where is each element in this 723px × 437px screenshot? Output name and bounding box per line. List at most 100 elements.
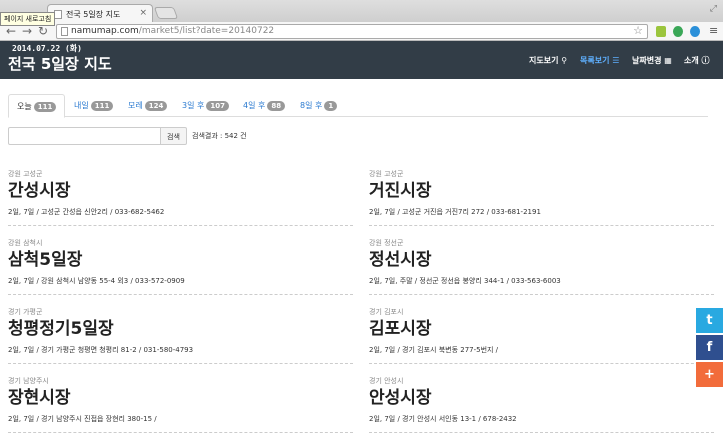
nav-map-view[interactable]: 지도보기 ⚲ bbox=[529, 55, 567, 66]
count-badge: 88 bbox=[267, 101, 286, 111]
day-tabs: 오늘 111 내일 111 모레 124 3일 후 107 4일 후 88 8일 후1 bbox=[8, 94, 708, 118]
new-tab-button[interactable] bbox=[153, 7, 179, 19]
tab-label: 모레 bbox=[128, 101, 143, 110]
market-info: 2일, 7일 / 경기 안성시 서인동 13-1 / 678-2432 bbox=[369, 415, 517, 423]
market-region: 경기 가평군 bbox=[8, 308, 43, 316]
menu-icon[interactable]: ≡ bbox=[709, 24, 718, 37]
market-name[interactable]: 거진시장 bbox=[369, 181, 714, 202]
divider bbox=[8, 432, 353, 433]
market-region: 강원 삼척시 bbox=[8, 239, 43, 247]
market-name[interactable]: 청평정기5일장 bbox=[8, 319, 353, 340]
tab-day-after[interactable]: 모레 124 bbox=[120, 94, 175, 117]
market-info: 2일, 7일 / 경기 김포시 북변동 277-5번지 / bbox=[369, 346, 499, 354]
list-item[interactable]: 경기 김포시 김포시장 2일, 7일 / 경기 김포시 북변동 277-5번지 … bbox=[369, 307, 714, 364]
list-item[interactable]: 강원 고성군 거진시장 2일, 7일 / 고성군 거진읍 거진7리 272 / … bbox=[369, 169, 714, 226]
twitter-share-button[interactable]: t bbox=[696, 308, 723, 333]
market-region: 경기 김포시 bbox=[369, 308, 404, 316]
browser-toolbar: ← → ↻ namumap.com/market5/list?date=2014… bbox=[0, 22, 723, 41]
browser-tab-title: 전국 5일장 지도 bbox=[66, 10, 121, 19]
count-badge: 1 bbox=[324, 101, 338, 111]
market-info: 2일, 7일 / 경기 남양주시 진접읍 장현리 380-15 / bbox=[8, 415, 157, 423]
facebook-icon: f bbox=[706, 340, 713, 355]
count-badge: 111 bbox=[33, 102, 57, 112]
divider bbox=[369, 432, 714, 433]
nav-list-view[interactable]: 목록보기 ☰ bbox=[580, 55, 619, 66]
market-name[interactable]: 간성시장 bbox=[8, 181, 353, 202]
tab-3-days[interactable]: 3일 후 107 bbox=[174, 94, 237, 117]
nav-about-label: 소개 bbox=[684, 56, 699, 65]
page-icon bbox=[61, 27, 68, 36]
count-badge: 111 bbox=[90, 101, 114, 111]
list-item[interactable]: 경기 가평군 청평정기5일장 2일, 7일 / 경기 가평군 청평면 청평리 8… bbox=[8, 307, 353, 364]
url-host: namumap.com bbox=[71, 26, 139, 36]
address-bar[interactable]: namumap.com/market5/list?date=20140722 ☆ bbox=[56, 24, 648, 39]
calendar-icon: ▦ bbox=[664, 56, 672, 65]
divider bbox=[8, 363, 353, 364]
market-name[interactable]: 삼척5일장 bbox=[8, 250, 353, 271]
list-item[interactable]: 경기 남양주시 장현시장 2일, 7일 / 경기 남양주시 진접읍 장현리 38… bbox=[8, 376, 353, 433]
market-info: 2일, 7일 / 강원 삼척시 남양동 55-4 외3 / 033-572-09… bbox=[8, 277, 185, 285]
facebook-share-button[interactable]: f bbox=[696, 335, 723, 360]
plus-icon: + bbox=[704, 367, 715, 382]
tab-8-days[interactable]: 8일 후1 bbox=[292, 94, 345, 117]
market-region: 경기 안성시 bbox=[369, 377, 404, 385]
divider bbox=[369, 363, 714, 364]
nav-about[interactable]: 소개 ⓘ bbox=[684, 55, 710, 66]
count-badge: 107 bbox=[206, 101, 229, 111]
close-icon[interactable]: × bbox=[139, 8, 147, 18]
nav-list-view-label: 목록보기 bbox=[580, 56, 610, 65]
url-path: /market5/list?date=20140722 bbox=[138, 26, 275, 36]
info-icon: ⓘ bbox=[701, 56, 710, 65]
result-count: 검색결과 : 542 건 bbox=[192, 132, 247, 140]
forward-icon[interactable]: → bbox=[22, 24, 32, 38]
market-name[interactable]: 안성시장 bbox=[369, 388, 714, 409]
market-region: 강원 고성군 bbox=[369, 170, 404, 178]
divider bbox=[8, 294, 353, 295]
fullscreen-icon[interactable]: ⤢ bbox=[710, 4, 717, 14]
divider bbox=[369, 225, 714, 226]
nav-change-date-label: 날짜변경 bbox=[632, 56, 662, 65]
market-name[interactable]: 김포시장 bbox=[369, 319, 714, 340]
browser-tab[interactable]: 전국 5일장 지도 × bbox=[47, 4, 153, 22]
tab-label: 4일 후 bbox=[243, 101, 266, 110]
divider bbox=[369, 294, 714, 295]
more-share-button[interactable]: + bbox=[696, 362, 723, 387]
list-item[interactable]: 강원 정선군 정선시장 2일, 7일, 주말 / 정선군 정선읍 봉양리 344… bbox=[369, 238, 714, 295]
market-region: 강원 정선군 bbox=[369, 239, 404, 247]
extension-icon[interactable] bbox=[656, 26, 666, 37]
search-input[interactable] bbox=[8, 127, 161, 145]
count-badge: 124 bbox=[144, 101, 168, 111]
list-icon: ☰ bbox=[612, 56, 620, 65]
reload-icon[interactable]: ↻ bbox=[38, 24, 48, 38]
nav-map-view-label: 지도보기 bbox=[529, 56, 559, 65]
browser-tabstrip: 전국 5일장 지도 × ⤢ bbox=[0, 0, 723, 22]
market-region: 경기 남양주시 bbox=[8, 377, 49, 385]
market-info: 2일, 7일, 주말 / 정선군 정선읍 봉양리 344-1 / 033-563… bbox=[369, 277, 561, 285]
evernote-icon[interactable] bbox=[673, 26, 683, 37]
market-name[interactable]: 장현시장 bbox=[8, 388, 353, 409]
tab-4-days[interactable]: 4일 후 88 bbox=[235, 94, 293, 117]
map-marker-icon: ⚲ bbox=[561, 56, 568, 65]
market-info: 2일, 7일 / 경기 가평군 청평면 청평리 81-2 / 031-580-4… bbox=[8, 346, 194, 354]
search-button[interactable]: 검색 bbox=[160, 127, 187, 145]
tab-tomorrow[interactable]: 내일 111 bbox=[66, 94, 121, 117]
list-item[interactable]: 경기 안성시 안성시장 2일, 7일 / 경기 안성시 서인동 13-1 / 6… bbox=[369, 376, 714, 433]
site-header: 2014.07.22 (화) 전국 5일장 지도 지도보기 ⚲ 목록보기 ☰ 날… bbox=[0, 41, 723, 79]
nav-change-date[interactable]: 날짜변경 ▦ bbox=[632, 55, 672, 66]
bookmark-star-icon[interactable]: ☆ bbox=[633, 24, 643, 37]
page-title[interactable]: 전국 5일장 지도 bbox=[8, 53, 112, 74]
market-name[interactable]: 정선시장 bbox=[369, 250, 714, 271]
tab-label: 오늘 bbox=[17, 102, 32, 111]
market-info: 2일, 7일 / 고성군 간성읍 신안2리 / 033-682-5462 bbox=[8, 208, 165, 216]
list-item[interactable]: 강원 고성군 간성시장 2일, 7일 / 고성군 간성읍 신안2리 / 033-… bbox=[8, 169, 353, 226]
reload-tooltip: 페이지 새로고침 bbox=[0, 12, 56, 26]
market-info: 2일, 7일 / 고성군 거진읍 거진7리 272 / 033-681-2191 bbox=[369, 208, 541, 216]
back-icon[interactable]: ← bbox=[6, 24, 16, 38]
twitter-icon: t bbox=[706, 313, 713, 328]
download-icon[interactable] bbox=[690, 26, 700, 37]
divider bbox=[8, 225, 353, 226]
tab-today[interactable]: 오늘 111 bbox=[8, 94, 66, 118]
list-item[interactable]: 강원 삼척시 삼척5일장 2일, 7일 / 강원 삼척시 남양동 55-4 외3… bbox=[8, 238, 353, 295]
tab-label: 3일 후 bbox=[182, 101, 205, 110]
market-region: 강원 고성군 bbox=[8, 170, 43, 178]
